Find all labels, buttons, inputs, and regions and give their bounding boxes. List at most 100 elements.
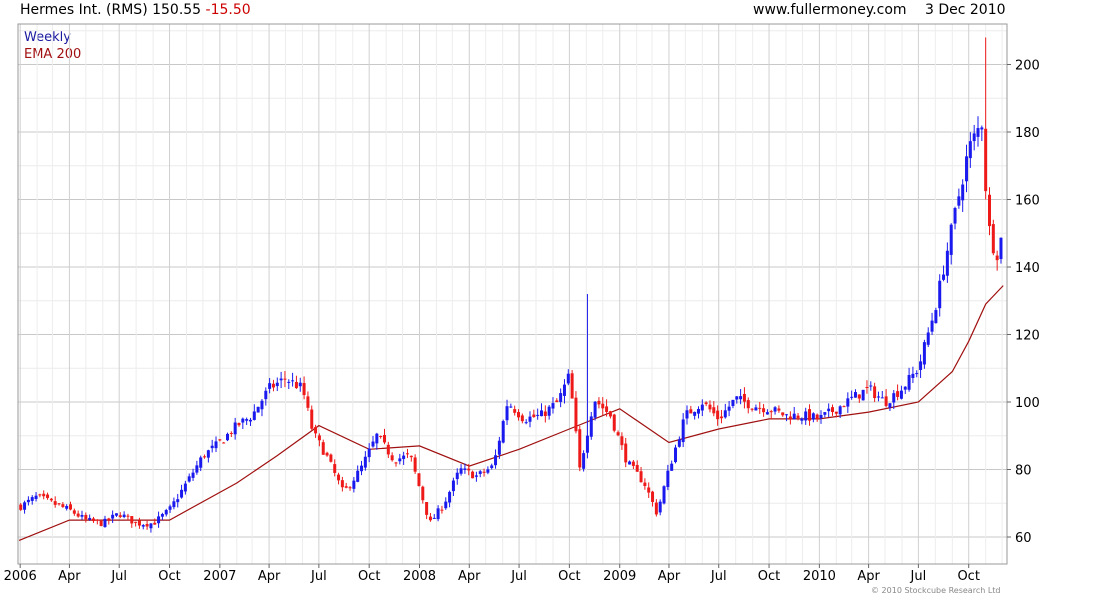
x-tick-label: Jul bbox=[710, 569, 727, 584]
candle-body bbox=[536, 414, 540, 416]
candle-up bbox=[804, 407, 808, 425]
candle-up bbox=[846, 392, 850, 413]
candle-body bbox=[570, 373, 574, 399]
candle-up bbox=[486, 466, 490, 475]
candle-body bbox=[605, 406, 609, 412]
candle-up bbox=[536, 408, 540, 420]
candle-body bbox=[834, 411, 838, 414]
y-tick-label: 160 bbox=[1015, 194, 1040, 209]
candle-body bbox=[566, 373, 570, 384]
candle-body bbox=[551, 403, 555, 409]
candle-body bbox=[631, 461, 635, 466]
candle-body bbox=[494, 455, 498, 466]
candle-body bbox=[459, 468, 463, 474]
candle-up bbox=[360, 460, 364, 476]
candle-up bbox=[444, 497, 448, 510]
candle-body bbox=[804, 411, 808, 421]
candle-body bbox=[880, 397, 884, 399]
candle-down bbox=[440, 505, 444, 514]
candle-body bbox=[911, 373, 915, 378]
candle-body bbox=[409, 455, 413, 458]
candle-body bbox=[34, 495, 38, 500]
candle-up bbox=[191, 468, 195, 481]
candle-down bbox=[107, 517, 111, 525]
candle-up bbox=[539, 403, 543, 417]
candle-body bbox=[478, 471, 482, 474]
candle-down bbox=[153, 518, 157, 525]
candle-down bbox=[417, 472, 421, 487]
candle-down bbox=[647, 482, 651, 498]
candle-down bbox=[348, 485, 352, 491]
candle-down bbox=[222, 441, 226, 444]
candle-up bbox=[160, 512, 164, 521]
candle-body bbox=[30, 497, 34, 501]
candle-up bbox=[226, 432, 230, 442]
candle-down bbox=[137, 517, 141, 529]
candle-body bbox=[61, 504, 65, 507]
candle-body bbox=[857, 394, 861, 399]
candle-down bbox=[987, 187, 991, 236]
x-tick-label: 2006 bbox=[4, 569, 37, 584]
x-tick-label: 2008 bbox=[403, 569, 436, 584]
candle-up bbox=[172, 497, 176, 510]
candle-body bbox=[317, 435, 321, 441]
candle-up bbox=[264, 387, 268, 406]
candle-up bbox=[268, 378, 272, 394]
candle-body bbox=[130, 516, 134, 524]
candle-body bbox=[195, 465, 199, 473]
candle-body bbox=[896, 391, 900, 397]
x-axis: 2006 Apr Jul Oct 2007 Apr Jul Oct 2008 Apr Jul Oct 2… bbox=[4, 564, 980, 584]
candle-body bbox=[708, 404, 712, 410]
candle-body bbox=[490, 465, 494, 469]
candle-body bbox=[145, 524, 149, 527]
candle-body bbox=[172, 501, 176, 508]
candle-down bbox=[746, 397, 750, 414]
candle-up bbox=[559, 388, 563, 408]
candle-body bbox=[739, 396, 743, 400]
candle-up bbox=[275, 377, 279, 392]
candle-up bbox=[899, 385, 903, 400]
candle-body bbox=[735, 396, 739, 400]
candle-up bbox=[919, 354, 923, 378]
candle-body bbox=[915, 373, 919, 375]
candle-body bbox=[118, 515, 122, 517]
candle-down bbox=[769, 409, 773, 419]
candle-body bbox=[884, 396, 888, 406]
candle-up bbox=[459, 464, 463, 476]
candle-body bbox=[968, 141, 972, 159]
y-tick-label: 80 bbox=[1015, 464, 1032, 479]
candle-down bbox=[719, 409, 723, 424]
candle-up bbox=[942, 265, 946, 282]
candle-body bbox=[620, 436, 624, 446]
candle-body bbox=[547, 406, 551, 416]
candle-down bbox=[344, 482, 348, 489]
candle-body bbox=[122, 514, 126, 518]
candle-body bbox=[869, 385, 873, 387]
candle-down bbox=[624, 437, 628, 468]
candle-up bbox=[819, 410, 823, 424]
candle-body bbox=[601, 403, 605, 409]
candle-body bbox=[298, 382, 302, 387]
candle-up bbox=[850, 390, 854, 400]
candle-body bbox=[597, 400, 601, 405]
candle-up bbox=[582, 450, 586, 472]
candle-body bbox=[206, 450, 210, 458]
candle-body bbox=[700, 404, 704, 411]
ema-line-group bbox=[18, 285, 1004, 541]
candle-body bbox=[42, 493, 46, 497]
candle-down bbox=[126, 513, 130, 521]
candle-body bbox=[842, 406, 846, 408]
candle-body bbox=[210, 445, 214, 449]
candle-down bbox=[340, 476, 344, 492]
candle-up bbox=[930, 312, 934, 335]
x-tick-label: Jul bbox=[310, 569, 327, 584]
candle-body bbox=[827, 408, 831, 412]
candle-down bbox=[95, 519, 99, 525]
candle-up bbox=[961, 179, 965, 212]
candle-down bbox=[405, 448, 409, 458]
candle-body bbox=[509, 406, 513, 408]
candle-down bbox=[321, 439, 325, 455]
candle-down bbox=[337, 472, 341, 485]
candle-down bbox=[517, 409, 521, 421]
candle-body bbox=[865, 386, 869, 388]
